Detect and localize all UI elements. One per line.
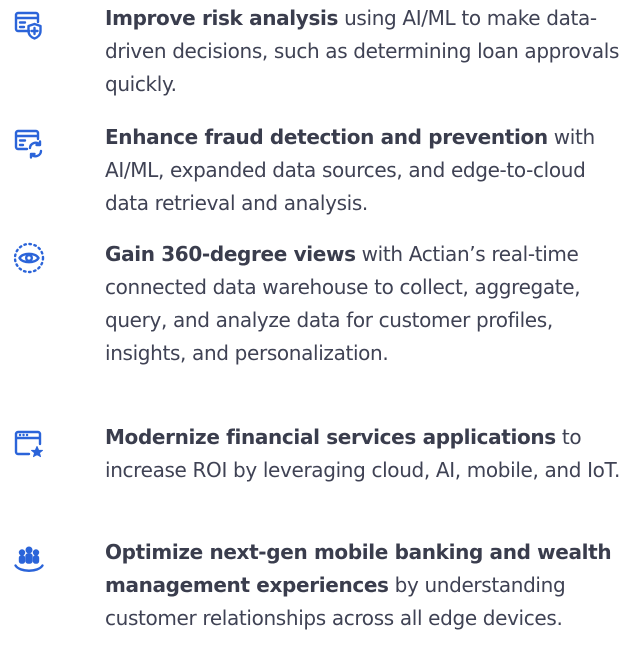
list-item-text: Optimize next-gen mobile banking and wea… bbox=[105, 536, 625, 635]
list-item-heading: Improve risk analysis bbox=[105, 6, 339, 30]
list-item-text: Modernize financial services application… bbox=[105, 421, 625, 487]
list-item-text: Enhance fraud detection and prevention w… bbox=[105, 121, 625, 220]
list-item-text: Gain 360-degree views with Actian’s real… bbox=[105, 238, 625, 370]
list-item-heading: Gain 360-degree views bbox=[105, 242, 356, 266]
list-item-heading: Enhance fraud detection and prevention bbox=[105, 125, 548, 149]
document-shield-icon bbox=[12, 8, 46, 42]
list-item-heading: Modernize financial services application… bbox=[105, 425, 556, 449]
document-refresh-icon bbox=[12, 126, 46, 160]
people-group-icon bbox=[12, 542, 46, 576]
list-item-text: Improve risk analysis using AI/ML to mak… bbox=[105, 2, 625, 101]
browser-star-icon bbox=[12, 427, 46, 461]
eye-view-icon bbox=[12, 241, 46, 275]
